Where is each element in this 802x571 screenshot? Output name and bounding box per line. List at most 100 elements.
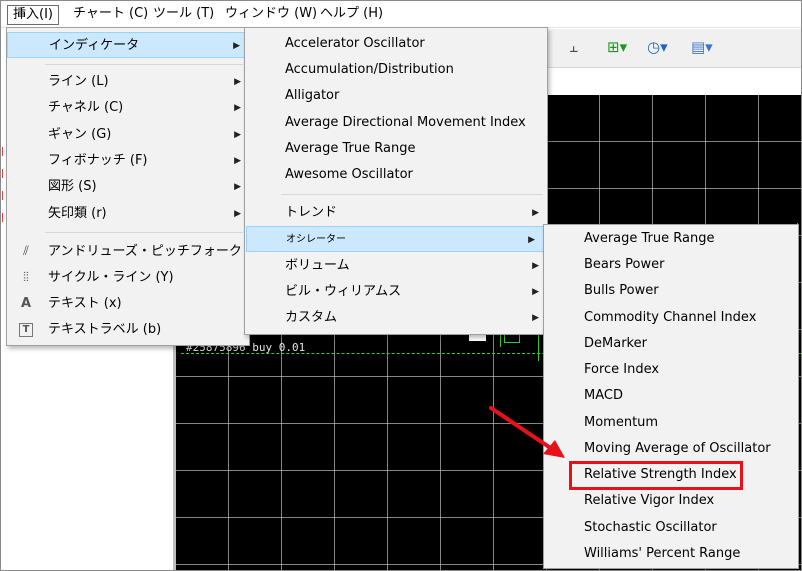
menu-bar: 挿入(I) チャート (C) ツール (T) ウィンドウ (W) ヘルプ (H) bbox=[1, 1, 801, 28]
period-separator-icon[interactable]: ⫠ bbox=[569, 37, 578, 57]
annotation-arrow-icon bbox=[489, 406, 565, 458]
menu-item-label: Bears Power bbox=[584, 257, 665, 272]
menu-item-label: Average True Range bbox=[584, 231, 715, 246]
menu-item-label: Stochastic Oscillator bbox=[584, 520, 717, 535]
left-marker: | bbox=[1, 147, 5, 157]
indicator-item[interactable]: Awesome Oscillator bbox=[245, 162, 547, 188]
indicator-item[interactable]: Average Directional Movement Index bbox=[245, 110, 547, 136]
oscillator-item[interactable]: Stochastic Oscillator bbox=[544, 515, 798, 541]
text-icon: A bbox=[20, 296, 32, 311]
menu-item-label: フィボナッチ (F) bbox=[48, 153, 148, 168]
menu-item-channels[interactable]: チャネル (C) ▶ bbox=[7, 95, 249, 121]
submenu-arrow-icon: ▶ bbox=[532, 287, 539, 297]
menu-item-label: トレンド bbox=[285, 205, 338, 220]
menu-item-volumes[interactable]: ボリューム ▶ bbox=[245, 253, 547, 279]
menu-item-bill-williams[interactable]: ビル・ウィリアムス ▶ bbox=[245, 279, 547, 305]
submenu-arrow-icon: ▶ bbox=[234, 209, 241, 219]
menu-insert[interactable]: 挿入(I) bbox=[7, 5, 59, 25]
menu-item-cycle-lines[interactable]: ⦙⦙ サイクル・ライン (Y) bbox=[7, 265, 249, 291]
menu-item-shapes[interactable]: 図形 (S) ▶ bbox=[7, 174, 249, 200]
submenu-arrow-icon: ▶ bbox=[532, 261, 539, 271]
template-icon[interactable]: ▤▾ bbox=[691, 37, 713, 57]
submenu-arrow-icon: ▶ bbox=[528, 235, 535, 245]
menu-item-text[interactable]: A テキスト (x) bbox=[7, 291, 249, 317]
menu-item-label: Alligator bbox=[285, 88, 340, 103]
menu-item-label: 図形 (S) bbox=[48, 179, 97, 194]
cycle-lines-icon: ⦙⦙ bbox=[23, 270, 29, 285]
toolbar: ⫠ ⊞▾ ◷▾ ▤▾ bbox=[547, 29, 801, 68]
submenu-arrow-icon: ▶ bbox=[234, 77, 241, 87]
menu-tools[interactable]: ツール (T) bbox=[148, 5, 219, 23]
oscillator-item[interactable]: Bears Power bbox=[544, 252, 798, 278]
left-marker: | bbox=[1, 169, 5, 179]
app-window: 挿入(I) チャート (C) ツール (T) ウィンドウ (W) ヘルプ (H)… bbox=[0, 0, 802, 571]
menu-item-label: Momentum bbox=[584, 415, 659, 430]
menu-item-label: Average True Range bbox=[285, 141, 416, 156]
navigator-panel bbox=[1, 341, 174, 570]
oscillator-item[interactable]: Momentum bbox=[544, 410, 798, 436]
submenu-arrow-icon: ▶ bbox=[233, 41, 240, 51]
menu-item-label: テキストラベル (b) bbox=[48, 322, 162, 337]
left-marker: | bbox=[1, 191, 5, 201]
oscillator-item[interactable]: Commodity Channel Index bbox=[544, 305, 798, 331]
menu-item-label: MACD bbox=[584, 388, 623, 403]
menu-item-custom[interactable]: カスタム ▶ bbox=[245, 305, 547, 331]
menu-item-label: Awesome Oscillator bbox=[285, 167, 413, 182]
oscillator-item[interactable]: DeMarker bbox=[544, 331, 798, 357]
menu-item-label: 矢印類 (r) bbox=[48, 206, 107, 221]
menu-chart[interactable]: チャート (C) bbox=[68, 5, 153, 23]
menu-item-label: Bulls Power bbox=[584, 283, 659, 298]
menu-separator bbox=[281, 194, 543, 195]
oscillator-item[interactable]: Moving Average of Oscillator bbox=[544, 436, 798, 462]
menu-item-label: ボリューム bbox=[285, 258, 350, 273]
indicator-item[interactable]: Alligator bbox=[245, 83, 547, 109]
menu-item-label: インディケータ bbox=[49, 38, 140, 53]
menu-item-label: チャネル (C) bbox=[48, 100, 124, 115]
menu-item-trend[interactable]: トレンド ▶ bbox=[245, 200, 547, 226]
submenu-arrow-icon: ▶ bbox=[234, 130, 241, 140]
oscillator-item[interactable]: Williams' Percent Range bbox=[544, 541, 798, 567]
menu-item-label: Commodity Channel Index bbox=[584, 310, 757, 325]
menu-item-label: カスタム bbox=[285, 310, 338, 325]
menu-item-label: ギャン (G) bbox=[48, 127, 112, 142]
oscillator-item[interactable]: Relative Vigor Index bbox=[544, 488, 798, 514]
menu-item-label: Moving Average of Oscillator bbox=[584, 441, 771, 456]
submenu-arrow-icon: ▶ bbox=[532, 313, 539, 323]
oscillator-item[interactable]: Bulls Power bbox=[544, 278, 798, 304]
menu-item-label: オシレーター bbox=[286, 234, 346, 245]
menu-item-oscillators[interactable]: オシレーター ▶ bbox=[246, 226, 544, 252]
menu-item-label: Average Directional Movement Index bbox=[285, 115, 526, 130]
candle-wick bbox=[538, 331, 539, 361]
menu-separator bbox=[45, 64, 243, 65]
menu-separator bbox=[45, 232, 243, 233]
menu-item-label: サイクル・ライン (Y) bbox=[48, 270, 174, 285]
menu-item-gann[interactable]: ギャン (G) ▶ bbox=[7, 122, 249, 148]
indicator-item[interactable]: Accelerator Oscillator bbox=[245, 31, 547, 57]
menu-item-label: DeMarker bbox=[584, 336, 647, 351]
menu-item-indicators[interactable]: インディケータ ▶ bbox=[7, 32, 249, 58]
add-indicator-icon[interactable]: ⊞▾ bbox=[607, 37, 627, 57]
highlight-box bbox=[569, 461, 743, 490]
indicator-item[interactable]: Accumulation/Distribution bbox=[245, 57, 547, 83]
menu-item-arrows[interactable]: 矢印類 (r) ▶ bbox=[7, 201, 249, 227]
menu-item-label: Force Index bbox=[584, 362, 660, 377]
menu-item-label: ビル・ウィリアムス bbox=[285, 284, 402, 299]
oscillator-item[interactable]: Average True Range bbox=[544, 226, 798, 252]
indicator-item[interactable]: Average True Range bbox=[245, 136, 547, 162]
menu-window[interactable]: ウィンドウ (W) bbox=[220, 5, 322, 23]
submenu-arrow-icon: ▶ bbox=[532, 208, 539, 218]
menu-item-text-label[interactable]: T テキストラベル (b) bbox=[7, 317, 249, 343]
menu-item-lines[interactable]: ライン (L) ▶ bbox=[7, 69, 249, 95]
oscillator-item[interactable]: Force Index bbox=[544, 357, 798, 383]
oscillator-item[interactable]: MACD bbox=[544, 383, 798, 409]
clock-icon[interactable]: ◷▾ bbox=[647, 37, 668, 57]
left-marker: | bbox=[1, 213, 5, 223]
menu-item-label: テキスト (x) bbox=[48, 296, 122, 311]
submenu-arrow-icon: ▶ bbox=[234, 182, 241, 192]
menu-help[interactable]: ヘルプ (H) bbox=[315, 5, 388, 23]
indicators-submenu: Accelerator Oscillator Accumulation/Dist… bbox=[244, 27, 548, 335]
submenu-arrow-icon: ▶ bbox=[234, 103, 241, 113]
menu-item-label: Relative Vigor Index bbox=[584, 493, 715, 508]
menu-item-fibonacci[interactable]: フィボナッチ (F) ▶ bbox=[7, 148, 249, 174]
menu-item-andrews-pitchfork[interactable]: ⫽ アンドリューズ・ピッチフォーク (A) bbox=[7, 239, 265, 265]
